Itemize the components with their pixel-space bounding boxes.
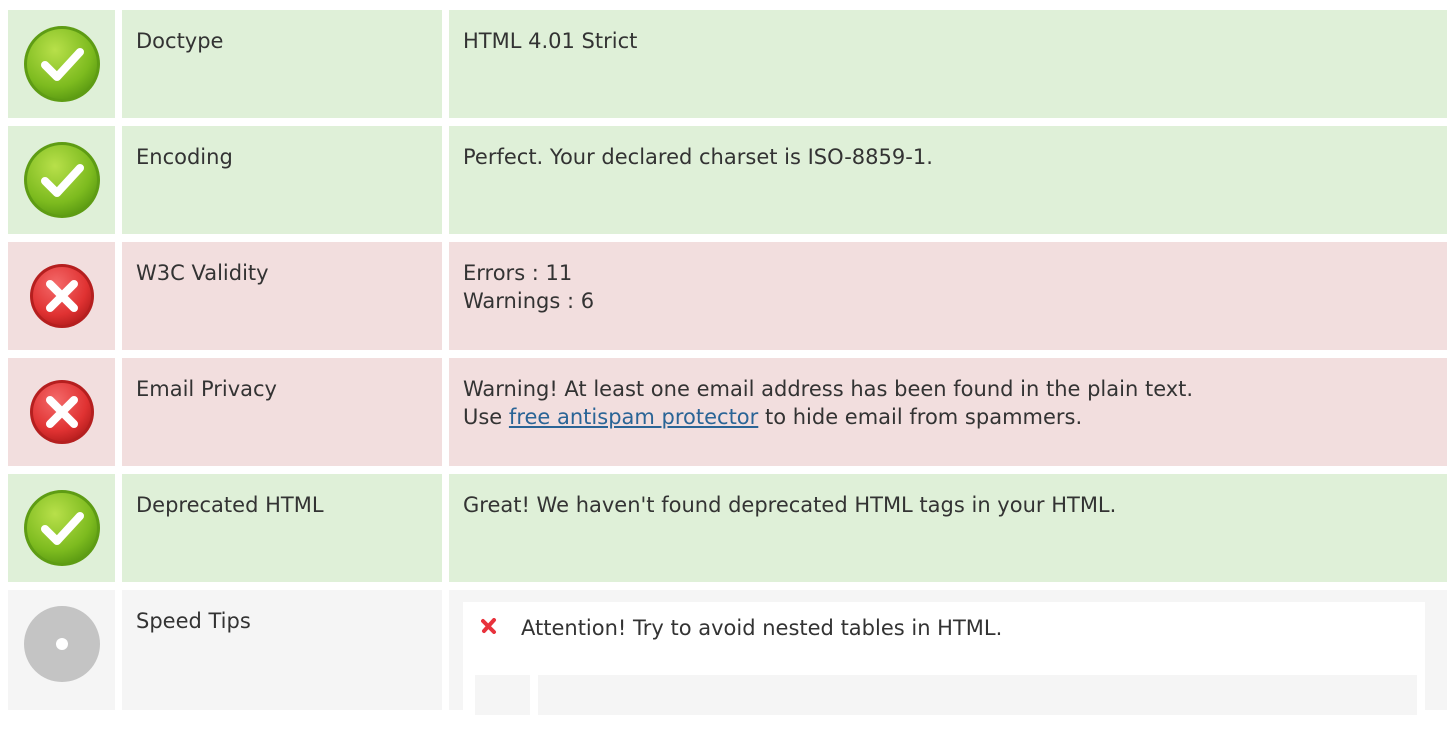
nested-tip-text-cell: [538, 675, 1417, 715]
value-line: Perfect. Your declared charset is ISO-88…: [463, 145, 933, 169]
speed-tip-text: Attention! Try to avoid nested tables in…: [521, 616, 1003, 640]
report-row-speed-tips: Speed Tips Attention! Try to avoid neste…: [8, 590, 1447, 715]
antispam-protector-link[interactable]: free antispam protector: [509, 405, 758, 429]
row-label: Email Privacy: [122, 358, 442, 466]
value-text: Use: [463, 405, 509, 429]
value-line: Warning! At least one email address has …: [463, 377, 1194, 401]
value-line: HTML 4.01 Strict: [463, 29, 638, 53]
row-label: Encoding: [122, 126, 442, 234]
status-cell: [8, 242, 115, 350]
value-line: Errors : 11: [463, 261, 573, 285]
check-circle-icon: [22, 488, 102, 582]
row-value: Errors : 11 Warnings : 6: [449, 242, 1447, 350]
nested-tip-icon-cell: [475, 675, 530, 715]
check-circle-icon: [22, 140, 102, 234]
report-row-deprecated-html: Deprecated HTML Great! We haven't found …: [8, 474, 1447, 582]
x-mark-icon: [481, 614, 521, 642]
speed-tips-box: Attention! Try to avoid nested tables in…: [463, 602, 1425, 715]
speed-tip-item: Attention! Try to avoid nested tables in…: [463, 602, 1425, 642]
report-row-email-privacy: Email Privacy Warning! At least one emai…: [8, 358, 1447, 466]
status-cell: [8, 10, 115, 118]
report-row-doctype: Doctype HTML 4.01 Strict: [8, 10, 1447, 118]
row-label: W3C Validity: [122, 242, 442, 350]
status-cell: [8, 358, 115, 466]
x-circle-icon: [28, 262, 96, 350]
report-row-w3c-validity: W3C Validity Errors : 11 Warnings : 6: [8, 242, 1447, 350]
row-value: Perfect. Your declared charset is ISO-88…: [449, 126, 1447, 234]
value-text: to hide email from spammers.: [758, 405, 1083, 429]
value-line: Use free antispam protector to hide emai…: [463, 403, 1433, 431]
value-line: Great! We haven't found deprecated HTML …: [463, 493, 1117, 517]
row-label: Speed Tips: [122, 590, 442, 710]
row-label: Doctype: [122, 10, 442, 118]
row-label: Deprecated HTML: [122, 474, 442, 582]
nested-tip-row: [475, 675, 1417, 715]
row-value: Warning! At least one email address has …: [449, 358, 1447, 466]
row-value: Great! We haven't found deprecated HTML …: [449, 474, 1447, 582]
value-line: Warnings : 6: [463, 289, 595, 313]
status-cell: [8, 126, 115, 234]
gray-dot-icon: [22, 604, 102, 710]
x-circle-icon: [28, 378, 96, 466]
status-cell: [8, 474, 115, 582]
check-circle-icon: [22, 24, 102, 118]
report-row-encoding: Encoding Perfect. Your declared charset …: [8, 126, 1447, 234]
seo-report-table: Doctype HTML 4.01 Strict Encoding Perfec…: [8, 10, 1447, 715]
status-cell: [8, 590, 115, 710]
row-value: HTML 4.01 Strict: [449, 10, 1447, 118]
row-value: Attention! Try to avoid nested tables in…: [449, 590, 1447, 715]
